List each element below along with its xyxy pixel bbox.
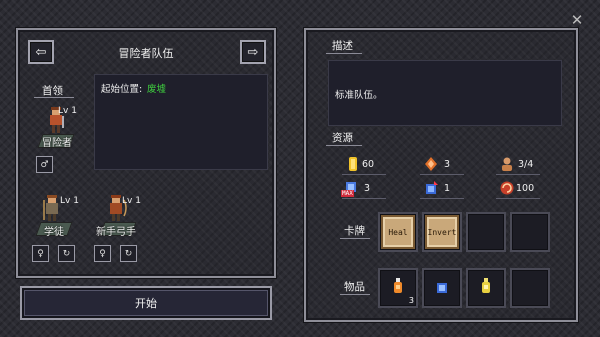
upgrade-item-value: 1 xyxy=(444,183,451,194)
item-slot-2[interactable] xyxy=(422,268,462,308)
max-item-value: 3 xyxy=(364,183,371,194)
start-button-label: 开始 xyxy=(135,297,157,310)
member-1-level: Lv 1 xyxy=(60,196,79,206)
card-slot-2[interactable]: Invert xyxy=(422,212,462,252)
info-panel: 描述 标准队伍。 资源 60 3 3/4 MAX 3 1 100 卡牌 Heal xyxy=(304,28,578,322)
crystal-icon xyxy=(425,157,437,171)
leader-name: 冒险者 xyxy=(42,138,72,149)
member-unit-1[interactable]: Lv 1 学徒 xyxy=(28,190,84,240)
crystal-underline xyxy=(420,174,464,175)
refresh-icon: ↻ xyxy=(124,248,133,259)
upgrade-item-underline xyxy=(420,198,464,199)
max-badge: MAX xyxy=(341,190,354,197)
member-2-reroll-button[interactable]: ↻ xyxy=(120,245,137,262)
start-button[interactable]: 开始 xyxy=(20,286,272,320)
close-button[interactable]: ✕ xyxy=(569,12,585,28)
refresh-icon: ↻ xyxy=(62,248,71,259)
gold-underline xyxy=(342,174,386,175)
team-panel: ⇦ 冒险者队伍 ⇨ 首领 Lv 1 冒险者 ♂ 起始位置: 废墟 Lv 1 学徒… xyxy=(16,28,276,278)
cards-label: 卡牌 xyxy=(344,225,365,237)
start-position-value: 废墟 xyxy=(147,84,167,95)
member-2-name: 新手弓手 xyxy=(96,227,136,238)
leader-label: 首领 xyxy=(42,85,63,97)
card-slot-3[interactable] xyxy=(466,212,506,252)
leader-unit[interactable]: Lv 1 冒险者 xyxy=(30,102,86,150)
party-underline xyxy=(496,174,540,175)
items-underline xyxy=(340,294,370,295)
item-slot-4[interactable] xyxy=(510,268,550,308)
leader-gender-button[interactable]: ♂ xyxy=(36,156,53,173)
member-2-gender-button[interactable]: ♀ xyxy=(94,245,111,262)
description-underline xyxy=(326,53,362,54)
leader-level: Lv 1 xyxy=(58,106,77,116)
male-icon: ♂ xyxy=(40,159,49,170)
member-1-gender-button[interactable]: ♀ xyxy=(32,245,49,262)
female-icon: ♀ xyxy=(37,248,44,259)
description-box: 标准队伍。 xyxy=(328,60,562,126)
member-2-level: Lv 1 xyxy=(122,196,141,206)
item-slot-1[interactable]: 3 xyxy=(378,268,418,308)
next-team-button[interactable]: ⇨ xyxy=(240,40,266,64)
start-position-label: 起始位置: xyxy=(101,84,143,95)
card-heal-label: Heal xyxy=(388,227,408,237)
resources-label: 资源 xyxy=(332,132,353,144)
party-value: 3/4 xyxy=(518,159,534,170)
card-slot-1[interactable]: Heal xyxy=(378,212,418,252)
member-1-reroll-button[interactable]: ↻ xyxy=(58,245,75,262)
member-1-name: 学徒 xyxy=(44,227,64,238)
description-text: 标准队伍。 xyxy=(335,90,383,101)
item-slot-3[interactable] xyxy=(466,268,506,308)
party-member-icon xyxy=(502,157,512,171)
crystal-value: 3 xyxy=(444,159,451,170)
gold-value: 60 xyxy=(362,159,375,170)
blue-gem-icon xyxy=(437,283,447,293)
card-invert[interactable]: Invert xyxy=(425,215,459,249)
max-item-underline xyxy=(342,198,386,199)
card-heal[interactable]: Heal xyxy=(381,215,415,249)
female-icon: ♀ xyxy=(99,248,106,259)
resources-underline xyxy=(326,145,362,146)
member-unit-2[interactable]: Lv 1 新手弓手 xyxy=(92,190,152,240)
gold-coin-icon xyxy=(349,157,357,171)
item-slot-1-count: 3 xyxy=(408,296,414,305)
potion-icon xyxy=(394,278,402,293)
swirl-underline xyxy=(496,198,540,199)
upgrade-item-icon xyxy=(426,181,438,194)
cards-underline xyxy=(340,238,370,239)
team-title: 冒险者队伍 xyxy=(118,47,174,60)
yellow-potion-icon xyxy=(482,278,490,293)
swirl-icon xyxy=(500,181,514,195)
close-icon: ✕ xyxy=(570,11,584,29)
leader-underline xyxy=(34,97,74,98)
swirl-value: 100 xyxy=(516,183,535,194)
start-position-box: 起始位置: 废墟 xyxy=(94,74,268,170)
items-label: 物品 xyxy=(344,281,365,293)
card-invert-label: Invert xyxy=(427,227,457,237)
arrow-right-icon: ⇨ xyxy=(247,44,259,60)
description-label: 描述 xyxy=(332,40,353,52)
card-slot-4[interactable] xyxy=(510,212,550,252)
